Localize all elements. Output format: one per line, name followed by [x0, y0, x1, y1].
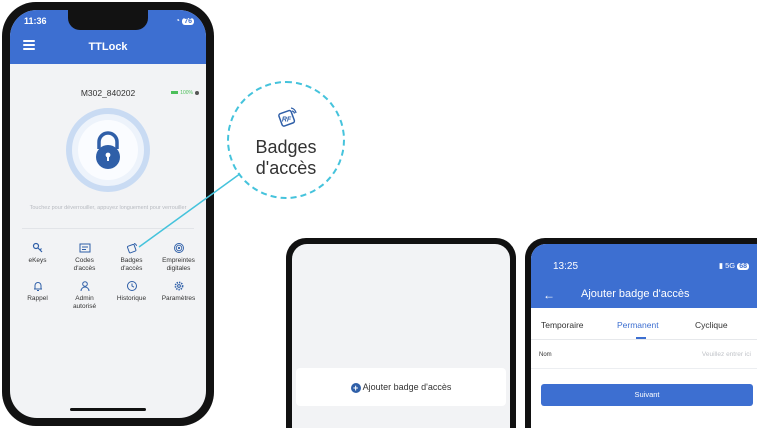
status-time: 13:25 [553, 261, 579, 272]
back-arrow-icon[interactable]: ← [543, 288, 555, 302]
tab-temporary[interactable]: Temporaire [541, 320, 584, 330]
name-row: Nom [531, 341, 757, 369]
tab-cyclic[interactable]: Cyclique [695, 320, 728, 330]
battery-icon: 68 [737, 263, 749, 270]
name-label: Nom [539, 352, 552, 358]
phone-frame-add-card: + Ajouter badge d'accès [286, 238, 516, 428]
status-icons: ▮ 5G 68 [719, 261, 749, 270]
add-rf-card-label: Ajouter badge d'accès [362, 382, 452, 392]
page-title: Ajouter badge d'accès [581, 288, 690, 300]
signal-icon: ▮ [718, 261, 723, 270]
tab-permanent[interactable]: Permanent [617, 320, 659, 330]
phone-frame-add-form: 13:25 ▮ 5G 68 ← Ajouter badge d'accès Te… [525, 238, 757, 428]
add-card-container: + Ajouter badge d'accès [296, 368, 506, 406]
active-tab-indicator [636, 337, 646, 339]
svg-text:RF: RF [282, 117, 292, 124]
app-header: 13:25 ▮ 5G 68 ← Ajouter badge d'accès [531, 244, 757, 308]
plus-icon: + [350, 383, 361, 393]
composite-stage: 11:36 ◔ 76 TTLock M302_840202 100% Touch… [0, 0, 757, 428]
add-rf-card-screen: 13:25 ▮ 5G 68 ← Ajouter badge d'accès Te… [531, 244, 757, 428]
add-rf-card-button[interactable]: + Ajouter badge d'accès [296, 382, 506, 393]
name-input[interactable] [641, 351, 751, 358]
rf-card-callout: RF Badges d'accès [227, 81, 345, 199]
rf-card-list-screen: + Ajouter badge d'accès [292, 244, 510, 428]
next-button[interactable]: Suivant [541, 384, 753, 406]
network-label: 5G [725, 261, 736, 270]
rf-card-icon: RF [278, 107, 297, 127]
callout-line-1: Badges [255, 137, 317, 157]
validity-tabs: Temporaire Permanent Cyclique [531, 308, 757, 340]
callout-line-2: d'accès [255, 158, 317, 178]
